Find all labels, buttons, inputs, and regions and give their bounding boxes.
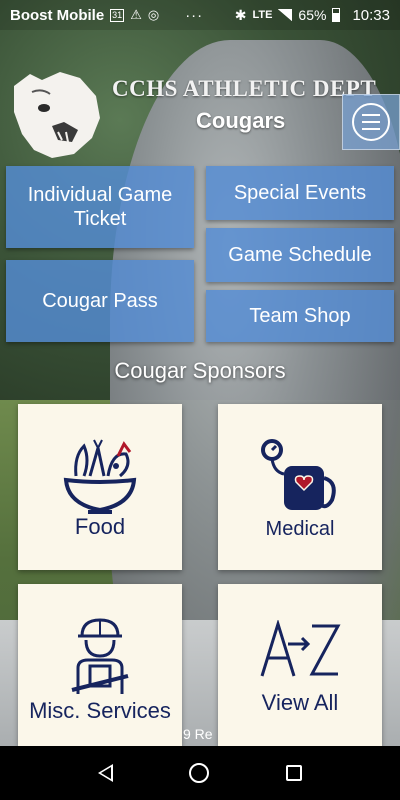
food-card[interactable]: Food	[18, 404, 182, 570]
footer-text: 9 Re	[183, 726, 213, 742]
a-to-z-icon	[218, 620, 382, 680]
battery-icon	[332, 8, 341, 22]
back-icon[interactable]	[98, 764, 114, 782]
food-card-label: Food	[74, 514, 126, 539]
view-all-card[interactable]: View All	[218, 584, 382, 746]
battery-percent: 65%	[298, 7, 327, 23]
bluetooth-icon: ✱	[234, 6, 247, 23]
status-bar: Boost Mobile 31 ⚠ ◎ ··· ✱ LTE 65% 10:33	[0, 0, 400, 30]
warning-icon: ⚠	[130, 7, 142, 22]
home-icon[interactable]	[189, 763, 210, 783]
game-schedule-button[interactable]: Game Schedule	[206, 228, 394, 282]
clock: 10:33	[352, 6, 390, 24]
calendar-icon: 31	[110, 8, 125, 22]
cougar-pass-button[interactable]: Cougar Pass	[6, 260, 194, 342]
misc-services-card[interactable]: Misc. Services	[18, 584, 182, 746]
page-title: CCHS ATHLETIC DEPT	[112, 76, 377, 101]
medical-card[interactable]: Medical	[218, 404, 382, 570]
carrier-name: Boost Mobile	[10, 6, 105, 24]
system-navigation-bar	[0, 746, 400, 800]
individual-game-ticket-button[interactable]: Individual Game Ticket	[6, 166, 194, 248]
view-all-card-label: View All	[261, 690, 339, 715]
team-shop-button[interactable]: Team Shop	[206, 290, 394, 342]
more-notifications-icon: ···	[185, 6, 204, 24]
blood-pressure-icon	[218, 438, 382, 514]
special-events-button[interactable]: Special Events	[206, 166, 394, 220]
worker-icon	[18, 616, 182, 696]
network-type: LTE	[252, 9, 273, 21]
medical-card-label: Medical	[265, 518, 335, 540]
hamburger-icon	[352, 103, 390, 141]
menu-button[interactable]	[342, 94, 400, 150]
recent-apps-icon[interactable]	[285, 765, 302, 781]
misc-services-card-label: Misc. Services	[29, 698, 171, 723]
cougar-logo	[8, 68, 102, 160]
page-subtitle: Cougars	[196, 108, 286, 133]
food-bowl-icon	[18, 438, 182, 514]
sponsors-heading: Cougar Sponsors	[114, 358, 286, 383]
chrome-icon: ◎	[147, 7, 160, 22]
signal-icon	[278, 9, 293, 21]
